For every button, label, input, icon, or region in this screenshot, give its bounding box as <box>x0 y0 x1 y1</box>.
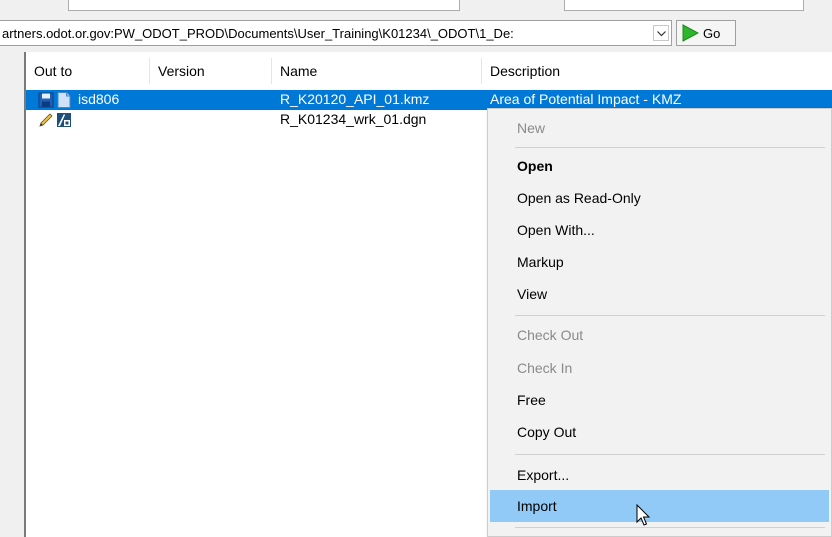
menu-item-view[interactable]: View <box>490 278 829 310</box>
chevron-down-icon <box>657 31 666 37</box>
address-dropdown-button[interactable] <box>653 25 669 41</box>
mouse-cursor-icon <box>636 504 651 526</box>
row-out-to: isd806 <box>78 91 120 107</box>
menu-item-import[interactable]: Import <box>490 490 829 522</box>
column-header-out-to[interactable]: Out to <box>26 58 150 84</box>
menu-separator <box>515 527 825 528</box>
row-name: R_K20120_API_01.kmz <box>280 91 430 107</box>
toolbar-field-fragment <box>68 0 460 11</box>
menu-item-open-with[interactable]: Open With... <box>490 214 829 246</box>
menu-item-check-in[interactable]: Check In <box>490 352 829 384</box>
menu-separator <box>515 147 825 148</box>
left-gutter <box>0 52 24 537</box>
row-description: Area of Potential Impact - KMZ <box>490 91 682 107</box>
menu-separator <box>515 454 825 455</box>
go-label: Go <box>703 25 721 41</box>
menu-separator <box>515 315 825 316</box>
microstation-file-icon <box>57 113 71 127</box>
save-icon <box>38 92 54 108</box>
context-menu: New Open Open as Read-Only Open With... … <box>487 108 832 537</box>
go-arrow-icon <box>682 24 699 42</box>
menu-item-new[interactable]: New <box>490 112 829 144</box>
menu-item-open[interactable]: Open <box>490 150 829 182</box>
pencil-icon <box>39 113 53 127</box>
menu-item-copy-out[interactable]: Copy Out <box>490 416 829 448</box>
go-button[interactable]: Go <box>676 20 736 46</box>
toolbar-field-fragment <box>564 0 804 11</box>
address-bar-row: artners.odot.or.gov:PW_ODOT_PROD\Documen… <box>0 18 832 52</box>
address-path: artners.odot.or.gov:PW_ODOT_PROD\Documen… <box>2 26 514 41</box>
column-header-name[interactable]: Name <box>272 58 482 84</box>
row-name: R_K01234_wrk_01.dgn <box>280 111 427 127</box>
top-toolbar-fragment <box>0 0 832 18</box>
column-header-row: Out to Version Name Description <box>26 58 832 84</box>
table-row[interactable]: isd806 R_K20120_API_01.kmz Area of Poten… <box>26 90 832 110</box>
menu-item-check-out[interactable]: Check Out <box>490 319 829 351</box>
column-header-description[interactable]: Description <box>482 58 832 84</box>
address-input[interactable]: artners.odot.or.gov:PW_ODOT_PROD\Documen… <box>0 20 672 46</box>
column-header-version[interactable]: Version <box>150 58 272 84</box>
menu-item-open-read-only[interactable]: Open as Read-Only <box>490 182 829 214</box>
menu-item-free[interactable]: Free <box>490 384 829 416</box>
menu-item-markup[interactable]: Markup <box>490 246 829 278</box>
document-icon <box>57 92 71 108</box>
menu-item-export[interactable]: Export... <box>490 459 829 491</box>
